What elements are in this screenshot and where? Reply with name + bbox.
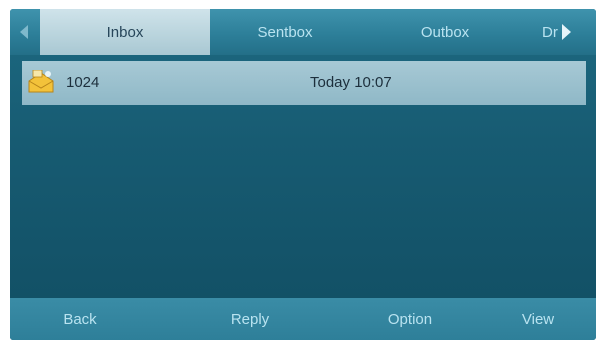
phone-screen: Inbox Sentbox Outbox Dr 1024 Today 10:07… [10, 9, 596, 340]
scroll-right-icon[interactable] [561, 24, 571, 40]
back-button-label: Back [63, 310, 97, 328]
message-timestamp: Today 10:07 [310, 74, 392, 91]
tab-bar: Inbox Sentbox Outbox Dr [10, 9, 596, 55]
option-button[interactable]: Option [340, 298, 480, 340]
message-sender: 1024 [66, 74, 100, 91]
message-row[interactable]: 1024 Today 10:07 [22, 61, 586, 105]
unread-envelope-icon [28, 70, 54, 93]
reply-button-label: Reply [230, 310, 270, 328]
scroll-left-icon[interactable] [10, 9, 38, 55]
tab-outbox-label: Outbox [420, 23, 470, 41]
view-button[interactable]: View [480, 298, 596, 340]
tab-inbox-label: Inbox [106, 23, 144, 41]
left-arrow-icon [20, 25, 28, 39]
tab-sentbox[interactable]: Sentbox [210, 9, 360, 55]
option-button-label: Option [387, 310, 433, 328]
tab-sentbox-label: Sentbox [257, 23, 313, 41]
tab-inbox[interactable]: Inbox [40, 9, 210, 55]
tab-drafts-label: Dr [542, 23, 558, 41]
back-button[interactable]: Back [30, 298, 130, 340]
tab-outbox[interactable]: Outbox [360, 9, 530, 55]
view-button-label: View [521, 310, 555, 328]
tab-drafts[interactable]: Dr [540, 9, 596, 55]
reply-button[interactable]: Reply [190, 298, 310, 340]
softkey-bar: Back Reply Option View [10, 298, 596, 340]
